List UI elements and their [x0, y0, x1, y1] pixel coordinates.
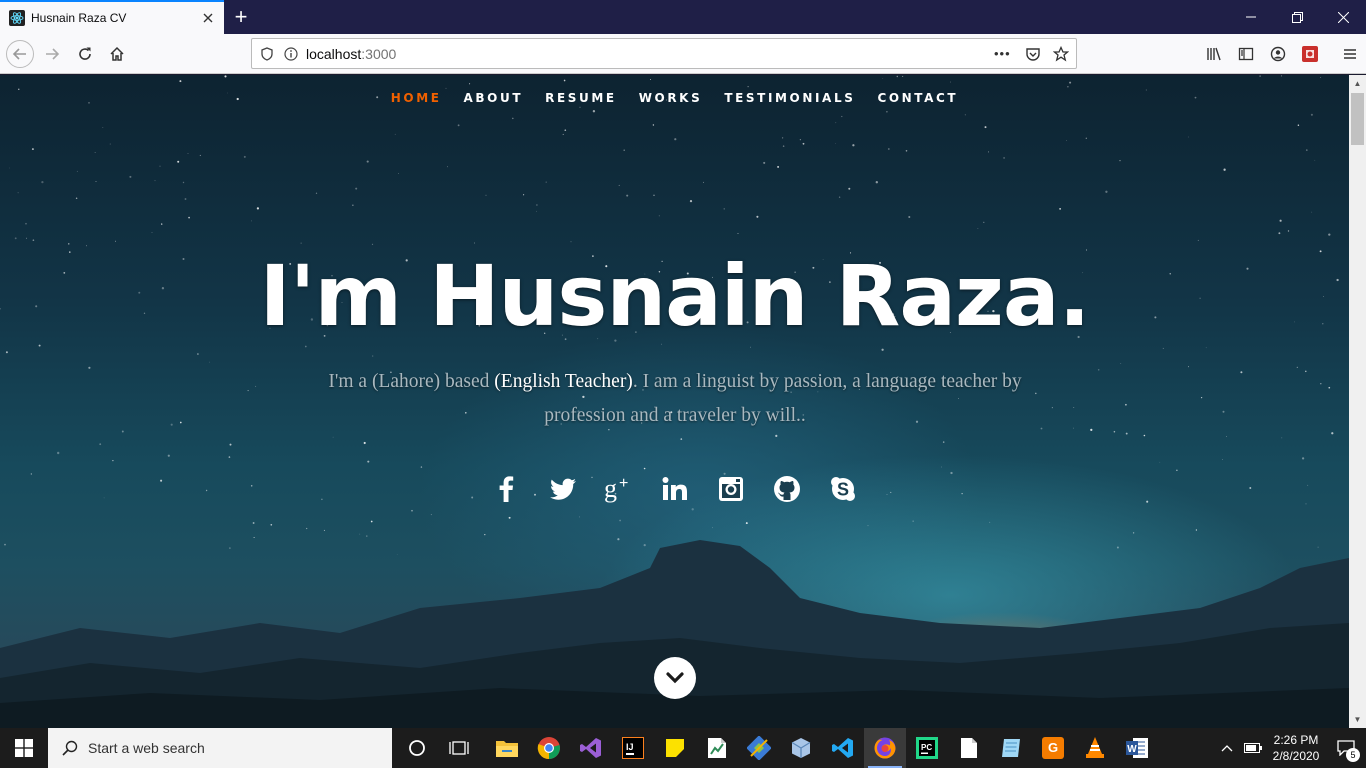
firefox-icon[interactable] — [864, 728, 906, 768]
github-icon[interactable] — [771, 473, 803, 505]
spreadsheet-app-icon[interactable] — [696, 728, 738, 768]
new-tab-button[interactable]: + — [228, 4, 254, 30]
clock-time: 2:26 PM — [1273, 733, 1319, 747]
linkedin-icon[interactable] — [659, 473, 691, 505]
account-icon[interactable] — [1262, 38, 1294, 70]
menu-icon[interactable] — [1334, 38, 1366, 70]
tab-title: Husnain Raza CV — [31, 11, 127, 25]
back-button[interactable] — [6, 40, 34, 68]
url-port: :3000 — [361, 45, 397, 62]
dev-tool-icon[interactable] — [738, 728, 780, 768]
shield-icon[interactable] — [260, 46, 274, 61]
home-button[interactable] — [103, 40, 131, 68]
minimize-icon[interactable] — [1228, 0, 1274, 34]
word-icon[interactable]: W — [1116, 728, 1158, 768]
intro-text: I'm a (Lahore) based (English Teacher). … — [310, 365, 1040, 433]
browser-toolbar: localhost:3000 ••• — [0, 34, 1366, 74]
sticky-notes-icon[interactable] — [654, 728, 696, 768]
system-tray: 2:26 PM 2/8/2020 5 — [1214, 728, 1366, 768]
vlc-icon[interactable] — [1074, 728, 1116, 768]
clock-date: 2/8/2020 — [1272, 749, 1320, 763]
url-bar[interactable]: localhost:3000 ••• — [251, 38, 1077, 69]
tab-bar: Husnain Raza CV + — [0, 0, 1366, 34]
document-icon[interactable] — [948, 728, 990, 768]
taskbar-search[interactable]: Start a web search — [48, 728, 392, 768]
task-view-icon[interactable] — [438, 728, 480, 768]
page-actions-icon[interactable]: ••• — [994, 46, 1016, 61]
site-nav: HOME ABOUT RESUME WORKS TESTIMONIALS CON… — [0, 91, 1349, 105]
nav-testimonials[interactable]: TESTIMONIALS — [724, 91, 855, 105]
restore-icon[interactable] — [1274, 0, 1320, 34]
nav-about[interactable]: ABOUT — [464, 91, 524, 105]
svg-text:IJ: IJ — [626, 742, 634, 752]
chevron-down-icon — [666, 672, 684, 684]
url-text: localhost:3000 — [306, 46, 396, 62]
intro-highlight: (English Teacher) — [494, 371, 633, 392]
svg-text:S: S — [836, 480, 848, 500]
close-tab-icon[interactable] — [198, 8, 218, 28]
intro-prefix: I'm a (Lahore) based — [328, 371, 495, 392]
svg-text:+: + — [619, 475, 628, 492]
pocket-icon[interactable] — [1022, 46, 1044, 62]
nav-resume[interactable]: RESUME — [545, 91, 617, 105]
react-icon — [9, 10, 25, 26]
intellij-icon[interactable]: IJ — [612, 728, 654, 768]
search-icon — [62, 740, 78, 756]
svg-text:W: W — [1127, 744, 1137, 755]
sidebar-icon[interactable] — [1230, 38, 1262, 70]
skype-icon[interactable]: S — [827, 473, 859, 505]
facebook-icon[interactable] — [491, 473, 523, 505]
scroll-up-arrow-icon[interactable]: ▲ — [1349, 75, 1366, 92]
search-placeholder: Start a web search — [88, 740, 205, 756]
notepad-icon[interactable] — [990, 728, 1032, 768]
bookmark-star-icon[interactable] — [1050, 45, 1072, 62]
windows-taskbar: Start a web search IJ PC G W 2:26 PM 2/8… — [0, 728, 1366, 768]
pdf-app-icon[interactable]: G — [1032, 728, 1074, 768]
chrome-icon[interactable] — [528, 728, 570, 768]
svg-text:g: g — [604, 474, 617, 503]
cortana-icon[interactable] — [396, 728, 438, 768]
instagram-icon[interactable] — [715, 473, 747, 505]
file-explorer-icon[interactable] — [486, 728, 528, 768]
forward-button[interactable] — [38, 40, 66, 68]
library-icon[interactable] — [1198, 38, 1230, 70]
virtualbox-icon[interactable] — [780, 728, 822, 768]
social-links: g + S — [0, 473, 1349, 505]
battery-icon[interactable] — [1240, 743, 1266, 753]
scroll-thumb[interactable] — [1351, 93, 1364, 145]
twitter-icon[interactable] — [547, 473, 579, 505]
google-plus-icon[interactable]: g + — [603, 473, 635, 505]
info-icon[interactable] — [284, 46, 298, 61]
vscode-icon[interactable] — [822, 728, 864, 768]
reload-button[interactable] — [71, 40, 99, 68]
page-hero: HOME ABOUT RESUME WORKS TESTIMONIALS CON… — [0, 75, 1349, 728]
scroll-down-button[interactable] — [654, 657, 696, 699]
start-button[interactable] — [0, 728, 48, 768]
window-controls — [1228, 0, 1366, 34]
windows-icon — [15, 739, 33, 757]
nav-works[interactable]: WORKS — [639, 91, 703, 105]
svg-text:G: G — [1048, 740, 1058, 755]
close-window-icon[interactable] — [1320, 0, 1366, 34]
notification-badge: 5 — [1346, 748, 1360, 762]
scroll-down-arrow-icon[interactable]: ▼ — [1349, 711, 1366, 728]
url-host: localhost — [306, 45, 362, 62]
page-scrollbar[interactable]: ▲ ▼ — [1349, 75, 1366, 728]
browser-tab[interactable]: Husnain Raza CV — [0, 0, 224, 34]
svg-text:PC: PC — [921, 743, 932, 752]
extension-icon[interactable] — [1294, 38, 1326, 70]
visual-studio-icon[interactable] — [570, 728, 612, 768]
headline: I'm Husnain Raza. — [259, 247, 1090, 345]
pycharm-icon[interactable]: PC — [906, 728, 948, 768]
notification-center-icon[interactable]: 5 — [1326, 728, 1366, 768]
nav-home[interactable]: HOME — [391, 91, 442, 105]
nav-contact[interactable]: CONTACT — [877, 91, 958, 105]
chevron-up-icon[interactable] — [1214, 744, 1240, 752]
clock[interactable]: 2:26 PM 2/8/2020 — [1266, 732, 1326, 764]
